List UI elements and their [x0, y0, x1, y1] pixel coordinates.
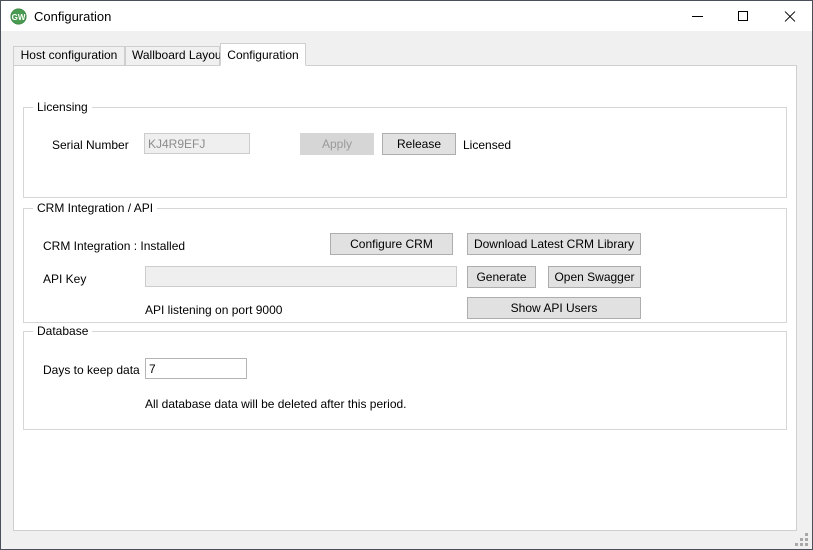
tab-wallboard-layouts[interactable]: Wallboard Layouts — [125, 46, 231, 65]
crm-integration-api-group: CRM Integration / API CRM Integration : … — [23, 201, 787, 323]
maximize-button[interactable] — [720, 1, 766, 31]
api-key-label: API Key — [43, 272, 87, 286]
license-status: Licensed — [463, 138, 512, 152]
minimize-icon — [691, 15, 703, 17]
configuration-window: GW Configuration Host configuration Wall… — [0, 0, 813, 550]
api-listening-status: API listening on port 9000 — [145, 303, 283, 317]
tab-configuration[interactable]: Configuration — [220, 43, 306, 66]
minimize-button[interactable] — [674, 1, 720, 31]
close-button[interactable] — [766, 1, 812, 31]
release-button[interactable]: Release — [382, 133, 456, 155]
apply-button[interactable]: Apply — [300, 133, 374, 155]
client-area: Host configuration Wallboard Layouts Con… — [1, 31, 812, 549]
show-api-users-button[interactable]: Show API Users — [467, 297, 641, 319]
serial-number-input[interactable] — [144, 133, 250, 154]
database-group: Database Days to keep data All database … — [23, 324, 787, 430]
generate-api-key-button[interactable]: Generate — [467, 266, 536, 288]
tab-wallboard-layouts-label: Wallboard Layouts — [132, 48, 231, 62]
licensing-group-title: Licensing — [33, 100, 92, 114]
open-swagger-button[interactable]: Open Swagger — [548, 266, 641, 288]
app-logo-gw-icon: GW — [10, 8, 27, 25]
days-to-keep-data-input[interactable] — [145, 358, 247, 379]
database-retention-note: All database data will be deleted after … — [145, 397, 407, 411]
crm-group-title: CRM Integration / API — [33, 201, 158, 215]
days-to-keep-data-label: Days to keep data — [43, 363, 140, 377]
api-key-input[interactable] — [145, 266, 457, 287]
window-title: Configuration — [34, 9, 112, 24]
title-bar: GW Configuration — [1, 1, 812, 32]
maximize-icon — [738, 11, 748, 21]
database-group-title: Database — [33, 324, 93, 338]
crm-integration-status: CRM Integration : Installed — [43, 239, 186, 253]
tab-configuration-label: Configuration — [227, 48, 299, 62]
configuration-tab-panel: Licensing Serial Number Apply Release Li… — [13, 65, 797, 531]
licensing-group: Licensing Serial Number Apply Release Li… — [23, 100, 787, 198]
configure-crm-button[interactable]: Configure CRM — [330, 233, 453, 255]
download-latest-crm-library-button[interactable]: Download Latest CRM Library — [467, 233, 641, 255]
svg-text:GW: GW — [12, 13, 26, 22]
tab-host-configuration[interactable]: Host configuration — [13, 46, 125, 65]
tab-host-configuration-label: Host configuration — [20, 48, 118, 62]
resize-grip[interactable] — [795, 533, 809, 546]
serial-number-label: Serial Number — [52, 138, 129, 152]
close-icon — [784, 11, 795, 22]
